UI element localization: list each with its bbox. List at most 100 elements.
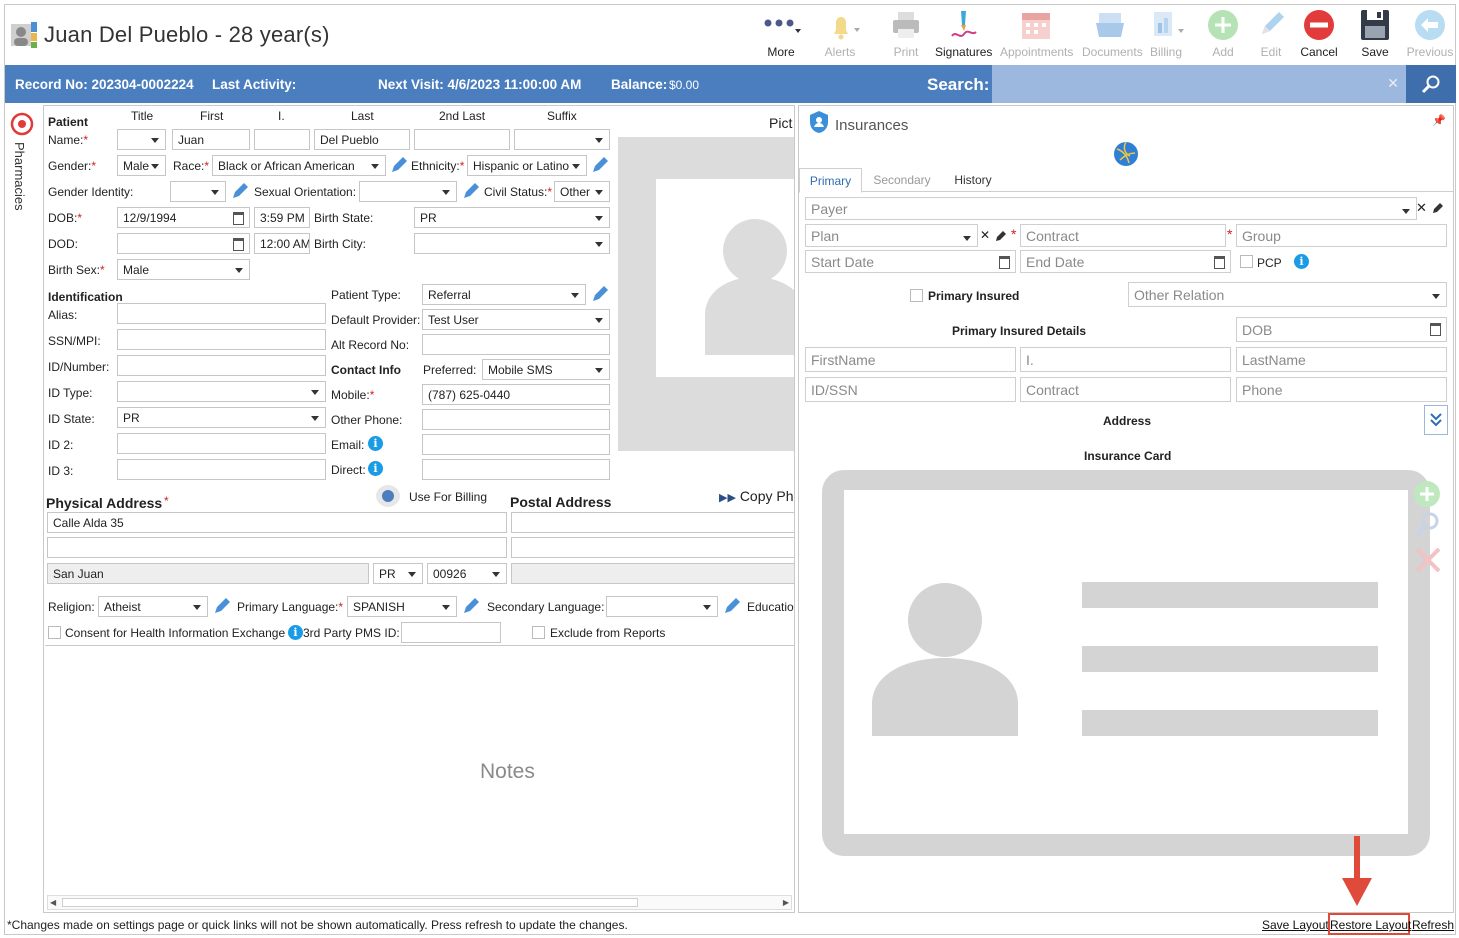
- civil-status-select[interactable]: Other: [554, 181, 610, 202]
- patient-type-select[interactable]: Referral: [422, 284, 586, 305]
- dod-input[interactable]: [117, 233, 250, 254]
- contract-input[interactable]: Contract: [1020, 224, 1226, 247]
- gender-identity-edit-icon[interactable]: [231, 182, 249, 200]
- cancel-button[interactable]: Cancel: [1291, 8, 1347, 59]
- physical-city-input[interactable]: San Juan: [47, 563, 369, 584]
- title-select[interactable]: [117, 129, 166, 150]
- search-input[interactable]: ✕: [992, 65, 1406, 103]
- insured-contract-input[interactable]: Contract: [1020, 377, 1231, 402]
- suffix-select[interactable]: [514, 129, 610, 150]
- copy-address-link[interactable]: ▶▶ Copy Ph: [719, 488, 794, 504]
- tab-primary[interactable]: Primary: [799, 168, 862, 193]
- insured-last-name-input[interactable]: LastName: [1236, 347, 1447, 372]
- globe-icon[interactable]: [1112, 140, 1140, 168]
- payer-clear-icon[interactable]: ✕: [1416, 200, 1427, 216]
- magnify-card-icon[interactable]: [1413, 510, 1443, 540]
- birth-city-select[interactable]: [414, 233, 610, 254]
- mobile-input[interactable]: (787) 625-0440: [422, 384, 610, 405]
- id3-input[interactable]: [117, 459, 326, 480]
- consent-checkbox[interactable]: [48, 626, 61, 639]
- gender-select[interactable]: Male: [117, 155, 166, 176]
- payer-select[interactable]: Payer: [805, 197, 1417, 220]
- patient-picture[interactable]: [618, 137, 794, 451]
- billing-button[interactable]: Billing: [1138, 8, 1194, 59]
- postal-street2-input[interactable]: [511, 537, 794, 558]
- second-last-name-input[interactable]: [414, 129, 510, 150]
- third-party-pms-input[interactable]: [401, 622, 501, 643]
- sexual-orientation-select[interactable]: [359, 181, 457, 202]
- default-provider-select[interactable]: Test User: [422, 309, 610, 330]
- insurance-card-placeholder[interactable]: [822, 470, 1430, 856]
- plan-clear-icon[interactable]: ✕: [980, 228, 990, 242]
- other-relation-select[interactable]: Other Relation: [1128, 282, 1447, 307]
- print-button[interactable]: Print: [878, 8, 934, 59]
- expand-address-button[interactable]: [1424, 405, 1448, 435]
- search-button[interactable]: [1406, 65, 1456, 103]
- save-layout-link[interactable]: Save Layout: [1262, 918, 1329, 932]
- add-card-icon[interactable]: [1411, 478, 1443, 510]
- patient-type-edit-icon[interactable]: [591, 285, 609, 303]
- alias-input[interactable]: [117, 303, 326, 324]
- religion-edit-icon[interactable]: [213, 597, 231, 615]
- start-date-input[interactable]: Start Date: [805, 250, 1016, 273]
- previous-button[interactable]: Previous: [1402, 8, 1458, 59]
- initial-input[interactable]: [254, 129, 310, 150]
- last-name-input[interactable]: Del Pueblo: [314, 129, 410, 150]
- id2-input[interactable]: [117, 433, 326, 454]
- plan-select[interactable]: Plan: [805, 224, 978, 247]
- ssn-input[interactable]: [117, 329, 326, 350]
- physical-street2-input[interactable]: [47, 537, 507, 558]
- pin-icon[interactable]: 📌: [1432, 114, 1446, 127]
- pcp-info-icon[interactable]: i: [1294, 254, 1309, 269]
- primary-language-edit-icon[interactable]: [462, 597, 480, 615]
- email-input[interactable]: [422, 434, 610, 455]
- tab-secondary[interactable]: Secondary: [866, 173, 938, 187]
- ethnicity-edit-icon[interactable]: [591, 156, 609, 174]
- alt-record-input[interactable]: [422, 334, 610, 355]
- payer-edit-icon[interactable]: [1432, 202, 1444, 214]
- id-number-input[interactable]: [117, 355, 326, 376]
- religion-select[interactable]: Atheist: [98, 596, 208, 617]
- secondary-language-edit-icon[interactable]: [723, 597, 741, 615]
- alerts-button[interactable]: Alerts: [812, 8, 868, 59]
- secondary-language-select[interactable]: [606, 596, 718, 617]
- consent-info-icon[interactable]: i: [288, 625, 303, 640]
- physical-zip-select[interactable]: 00926: [427, 563, 507, 584]
- sexual-orientation-edit-icon[interactable]: [462, 182, 480, 200]
- other-phone-input[interactable]: [422, 409, 610, 430]
- direct-info-icon[interactable]: i: [368, 461, 383, 476]
- horizontal-scrollbar[interactable]: ◀ ▶: [47, 895, 792, 910]
- race-edit-icon[interactable]: [390, 156, 408, 174]
- plan-edit-icon[interactable]: [995, 230, 1007, 242]
- exclude-reports-checkbox[interactable]: [532, 626, 545, 639]
- insured-initial-input[interactable]: I.: [1020, 347, 1231, 372]
- physical-street-input[interactable]: Calle Alda 35: [47, 512, 507, 533]
- race-select[interactable]: Black or African American: [212, 155, 386, 176]
- restore-layout-link[interactable]: Restore Layout: [1330, 918, 1411, 932]
- appointments-button[interactable]: Appointments: [1000, 8, 1073, 59]
- pcp-checkbox[interactable]: [1240, 255, 1253, 268]
- use-for-billing-radio[interactable]: [376, 485, 400, 507]
- postal-city-input[interactable]: [511, 563, 794, 584]
- dob-input[interactable]: 12/9/1994: [117, 207, 250, 228]
- insured-id-ssn-input[interactable]: ID/SSN: [805, 377, 1016, 402]
- delete-card-icon[interactable]: [1413, 545, 1443, 575]
- physical-state-select[interactable]: PR: [373, 563, 423, 584]
- email-info-icon[interactable]: i: [368, 436, 383, 451]
- end-date-input[interactable]: End Date: [1020, 250, 1231, 273]
- documents-button[interactable]: Documents: [1082, 8, 1143, 59]
- ethnicity-select[interactable]: Hispanic or Latino: [467, 155, 587, 176]
- insured-dob-input[interactable]: DOB: [1236, 317, 1447, 342]
- birth-sex-select[interactable]: Male: [117, 259, 250, 280]
- notes-area[interactable]: [45, 645, 794, 895]
- birth-state-select[interactable]: PR: [414, 207, 610, 228]
- insured-first-name-input[interactable]: FirstName: [805, 347, 1016, 372]
- clear-search-icon[interactable]: ✕: [1387, 75, 1399, 92]
- tab-history[interactable]: History: [945, 173, 1001, 187]
- group-input[interactable]: Group: [1236, 224, 1447, 247]
- postal-street-input[interactable]: [511, 512, 794, 533]
- dod-time-input[interactable]: 12:00 AM: [254, 233, 310, 254]
- primary-language-select[interactable]: SPANISH: [347, 596, 457, 617]
- direct-input[interactable]: [422, 459, 610, 480]
- primary-insured-checkbox[interactable]: [910, 289, 923, 302]
